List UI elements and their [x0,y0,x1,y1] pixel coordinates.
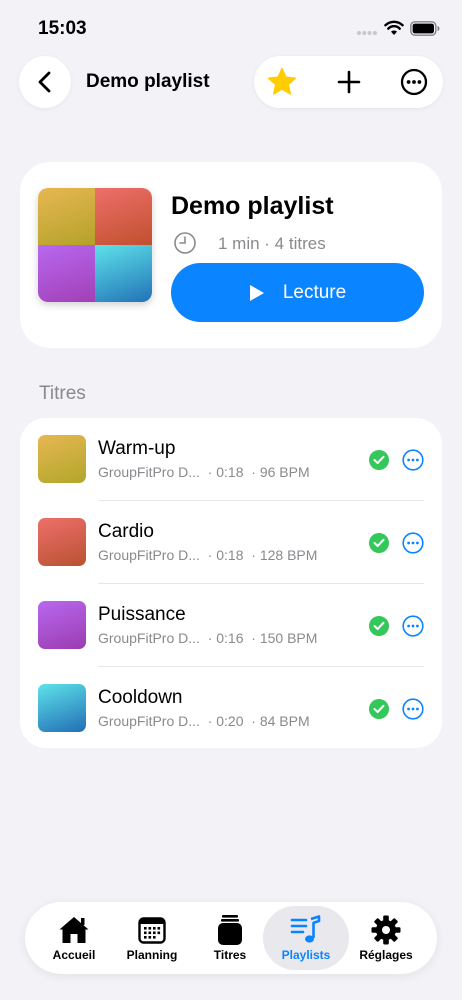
house-icon [59,917,89,943]
track-row[interactable]: Warm-up GroupFitPro D... · 0:18 · 96 BPM [20,418,442,501]
jar-icon [218,915,242,945]
track-row[interactable]: Puissance GroupFitPro D... · 0:16 · 150 … [20,584,442,667]
nav-actions [254,56,443,108]
tab-label: Accueil [52,948,96,962]
track-duration: · 0:18 [207,464,244,480]
tab-label: Planning [126,948,178,962]
tab-label: Playlists [281,948,331,962]
more-circle-icon [400,68,428,96]
downloaded-check-icon [369,450,389,470]
music-list-icon [290,915,321,943]
track-bpm: · 84 BPM [251,713,310,729]
track-bpm: · 96 BPM [251,464,310,480]
nav-title: Demo playlist [86,71,210,92]
track-source: GroupFitPro D... [98,547,200,563]
add-button[interactable] [333,66,365,98]
tab-playlists[interactable]: Playlists [263,906,349,970]
battery-icon [410,21,440,36]
track-more-icon[interactable] [402,698,424,720]
track-details: GroupFitPro D... · 0:20 · 84 BPM [98,713,310,729]
track-more-icon[interactable] [402,615,424,637]
playlist-title: Demo playlist [171,192,334,220]
track-duration: · 0:16 [207,630,244,646]
track-title: Cooldown [98,687,183,708]
playlist-header-card: Demo playlist 1 min · 4 titres Lecture [20,162,442,348]
back-button[interactable] [19,56,71,108]
wifi-icon [384,20,404,35]
track-bpm: · 128 BPM [251,547,318,563]
downloaded-check-icon [369,533,389,553]
downloaded-check-icon [369,616,389,636]
tab-reglages[interactable]: Réglages [343,906,429,970]
signal-icon [357,31,377,35]
tab-label: Titres [213,948,247,962]
track-artwork [38,601,86,649]
favorite-button[interactable] [266,66,298,98]
downloaded-check-icon [369,699,389,719]
play-icon [249,284,264,301]
play-button[interactable]: Lecture [171,263,424,322]
track-list: Warm-up GroupFitPro D... · 0:18 · 96 BPM… [20,418,442,748]
track-details: GroupFitPro D... · 0:18 · 128 BPM [98,547,317,563]
tab-bar: Accueil Planning Titres Playlists Réglag… [25,902,437,974]
track-title: Puissance [98,604,186,625]
track-row[interactable]: Cooldown GroupFitPro D... · 0:20 · 84 BP… [20,667,442,750]
play-button-label: Lecture [282,281,347,303]
track-artwork [38,435,86,483]
track-title: Warm-up [98,438,176,459]
track-bpm: · 150 BPM [251,630,318,646]
star-icon [267,67,297,95]
track-artwork [38,684,86,732]
clock-icon [174,232,196,254]
tab-accueil[interactable]: Accueil [31,906,117,970]
playlist-cover [38,188,152,302]
track-more-icon[interactable] [402,449,424,471]
plus-icon [337,70,361,94]
track-duration: · 0:20 [207,713,244,729]
track-source: GroupFitPro D... [98,630,200,646]
track-source: GroupFitPro D... [98,713,200,729]
track-details: GroupFitPro D... · 0:18 · 96 BPM [98,464,310,480]
tab-titres[interactable]: Titres [187,906,273,970]
gear-icon [371,915,401,945]
track-source: GroupFitPro D... [98,464,200,480]
playlist-meta: 1 min · 4 titres [218,234,326,253]
tab-label: Réglages [359,948,413,962]
chevron-left-icon [38,71,51,93]
track-more-icon[interactable] [402,532,424,554]
section-title: Titres [39,383,86,404]
status-time: 15:03 [38,18,87,39]
track-details: GroupFitPro D... · 0:16 · 150 BPM [98,630,317,646]
more-button[interactable] [398,66,430,98]
track-title: Cardio [98,521,154,542]
track-row[interactable]: Cardio GroupFitPro D... · 0:18 · 128 BPM [20,501,442,584]
track-artwork [38,518,86,566]
track-duration: · 0:18 [207,547,244,563]
status-bar: 15:03 [0,0,462,54]
tab-planning[interactable]: Planning [109,906,195,970]
calendar-icon [138,917,166,944]
